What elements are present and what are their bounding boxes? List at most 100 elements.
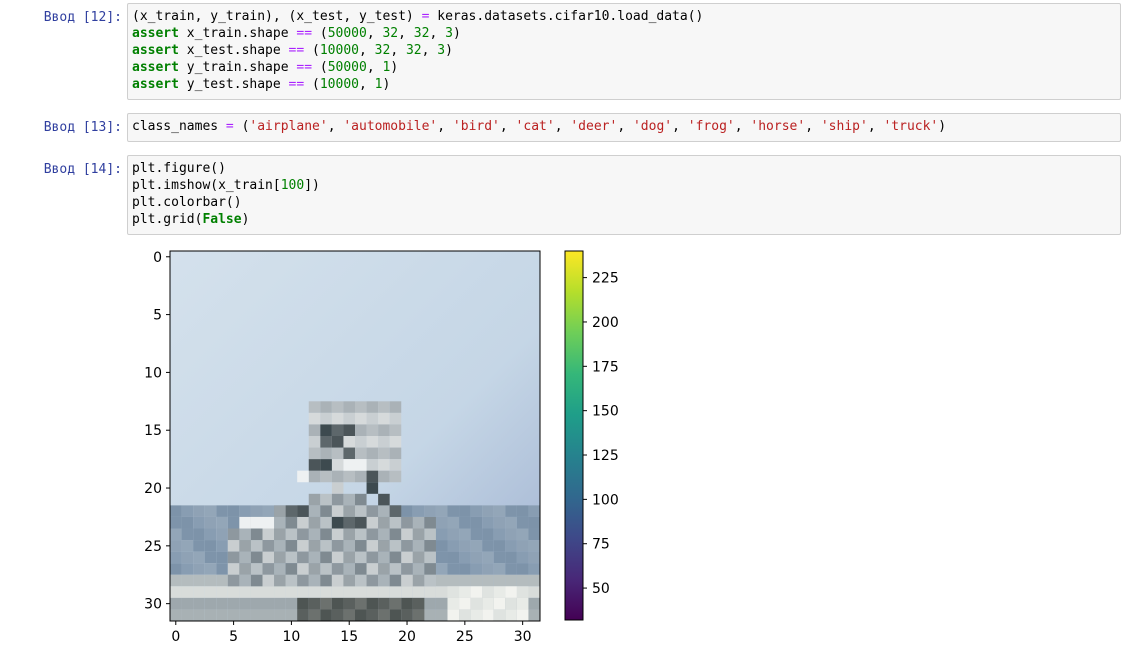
image-pixel-block xyxy=(447,597,460,610)
image-pixel-block xyxy=(366,424,379,436)
image-pixel-block xyxy=(401,597,413,610)
code-line: assert y_test.shape == (10000, 1) xyxy=(132,76,1120,93)
code-token: , xyxy=(366,60,383,75)
image-pixel-block xyxy=(216,551,228,564)
image-pixel-block xyxy=(308,516,321,529)
code-token: ) xyxy=(445,43,453,58)
code-editor[interactable]: (x_train, y_train), (x_test, y_test) = k… xyxy=(132,8,1120,93)
y-tick-label: 0 xyxy=(153,250,162,266)
image-pixel-block xyxy=(366,586,379,598)
image-pixel-block xyxy=(181,586,194,598)
image-pixel-block xyxy=(239,597,251,610)
image-pixel-block xyxy=(389,609,402,621)
code-editor[interactable]: plt.figure() plt.imshow(x_train[100]) plt.… xyxy=(132,160,1120,228)
image-pixel-block xyxy=(274,609,286,621)
image-pixel-block xyxy=(227,551,240,564)
image-pixel-block xyxy=(389,597,402,610)
image-pixel-block xyxy=(204,540,217,552)
image-pixel-block xyxy=(505,551,517,564)
image-pixel-block xyxy=(505,516,517,529)
image-pixel-block xyxy=(170,609,182,621)
image-pixel-block xyxy=(412,528,425,541)
code-token: 'horse' xyxy=(750,119,806,134)
code-token: == xyxy=(288,43,305,58)
image-pixel-block xyxy=(389,528,402,541)
image-pixel-block xyxy=(459,505,471,517)
image-pixel-block xyxy=(366,436,379,448)
image-pixel-block xyxy=(285,505,298,517)
image-pixel-block xyxy=(378,528,390,541)
image-pixel-block xyxy=(320,528,332,541)
image-pixel-block xyxy=(308,563,321,575)
image-pixel-block xyxy=(250,528,263,541)
image-pixel-block xyxy=(459,516,471,529)
image-pixel-block xyxy=(528,528,540,541)
image-pixel-block xyxy=(355,459,367,471)
image-pixel-block xyxy=(262,609,275,621)
image-pixel-block xyxy=(331,459,344,471)
code-token: 'cat' xyxy=(515,119,555,134)
code-token: 50000 xyxy=(327,60,367,75)
image-pixel-block xyxy=(401,505,413,517)
image-pixel-block xyxy=(447,505,460,517)
image-pixel-block xyxy=(378,540,390,552)
code-editor[interactable]: class_names = ('airplane', 'automobile',… xyxy=(132,118,1120,135)
code-token: ) xyxy=(938,119,947,134)
image-pixel-block xyxy=(412,563,425,575)
image-pixel-block xyxy=(274,574,286,587)
image-pixel-block xyxy=(227,540,240,552)
code-token: , xyxy=(672,119,688,134)
image-pixel-block xyxy=(320,470,332,483)
image-pixel-block xyxy=(516,586,529,598)
image-pixel-block xyxy=(320,436,332,448)
image-pixel-block xyxy=(239,609,251,621)
image-pixel-block xyxy=(401,609,413,621)
code-token: ( xyxy=(304,43,320,58)
image-pixel-block xyxy=(285,551,298,564)
cell-13-input[interactable]: class_names = ('airplane', 'automobile',… xyxy=(127,113,1121,142)
image-pixel-block xyxy=(193,586,205,598)
image-pixel-block xyxy=(366,597,379,610)
image-pixel-block xyxy=(366,505,379,517)
cell-14-prompt: Ввод [14]: xyxy=(43,162,122,177)
image-pixel-block xyxy=(355,470,367,483)
image-pixel-block xyxy=(493,563,506,575)
image-pixel-block xyxy=(331,563,344,575)
code-token: x_train.shape xyxy=(178,26,297,41)
image-pixel-block xyxy=(435,609,448,621)
image-pixel-block xyxy=(239,563,251,575)
image-pixel-block xyxy=(193,528,205,541)
image-pixel-block xyxy=(343,551,355,564)
image-pixel-block xyxy=(378,436,390,448)
image-pixel-block xyxy=(297,505,309,517)
image-pixel-block xyxy=(308,586,321,598)
image-pixel-block xyxy=(424,551,436,564)
image-pixel-block xyxy=(389,401,402,413)
code-line: plt.grid(False) xyxy=(132,211,1120,228)
image-pixel-block xyxy=(308,401,321,413)
cell-12-input[interactable]: (x_train, y_train), (x_test, y_test) = k… xyxy=(127,3,1121,100)
image-pixel-block xyxy=(331,609,344,621)
cell-14-input[interactable]: plt.figure() plt.imshow(x_train[100]) plt.… xyxy=(127,155,1121,235)
x-tick-label: 20 xyxy=(398,629,416,645)
image-pixel-block xyxy=(308,505,321,517)
image-pixel-block xyxy=(366,574,379,587)
image-pixel-block xyxy=(331,401,344,413)
image-pixel-block xyxy=(227,505,240,517)
colorbar-tick-label: 100 xyxy=(592,492,619,508)
image-pixel-block xyxy=(331,597,344,610)
image-pixel-block xyxy=(308,424,321,436)
image-pixel-block xyxy=(482,540,494,552)
image-pixel-block xyxy=(366,401,379,413)
x-axis-ticks: 0 5 10 15 20 25 30 xyxy=(171,621,532,645)
code-token: 'truck' xyxy=(883,119,939,134)
code-line: assert x_test.shape == (10000, 32, 32, 3… xyxy=(132,42,1120,59)
code-token: 'airplane' xyxy=(249,119,328,134)
image-pixel-block xyxy=(216,574,228,587)
image-pixel-block xyxy=(435,540,448,552)
code-token: False xyxy=(202,212,242,227)
image-pixel-block xyxy=(482,551,494,564)
image-pixel-block xyxy=(516,574,529,587)
y-tick-label: 20 xyxy=(144,481,162,497)
code-token: assert xyxy=(132,43,179,58)
